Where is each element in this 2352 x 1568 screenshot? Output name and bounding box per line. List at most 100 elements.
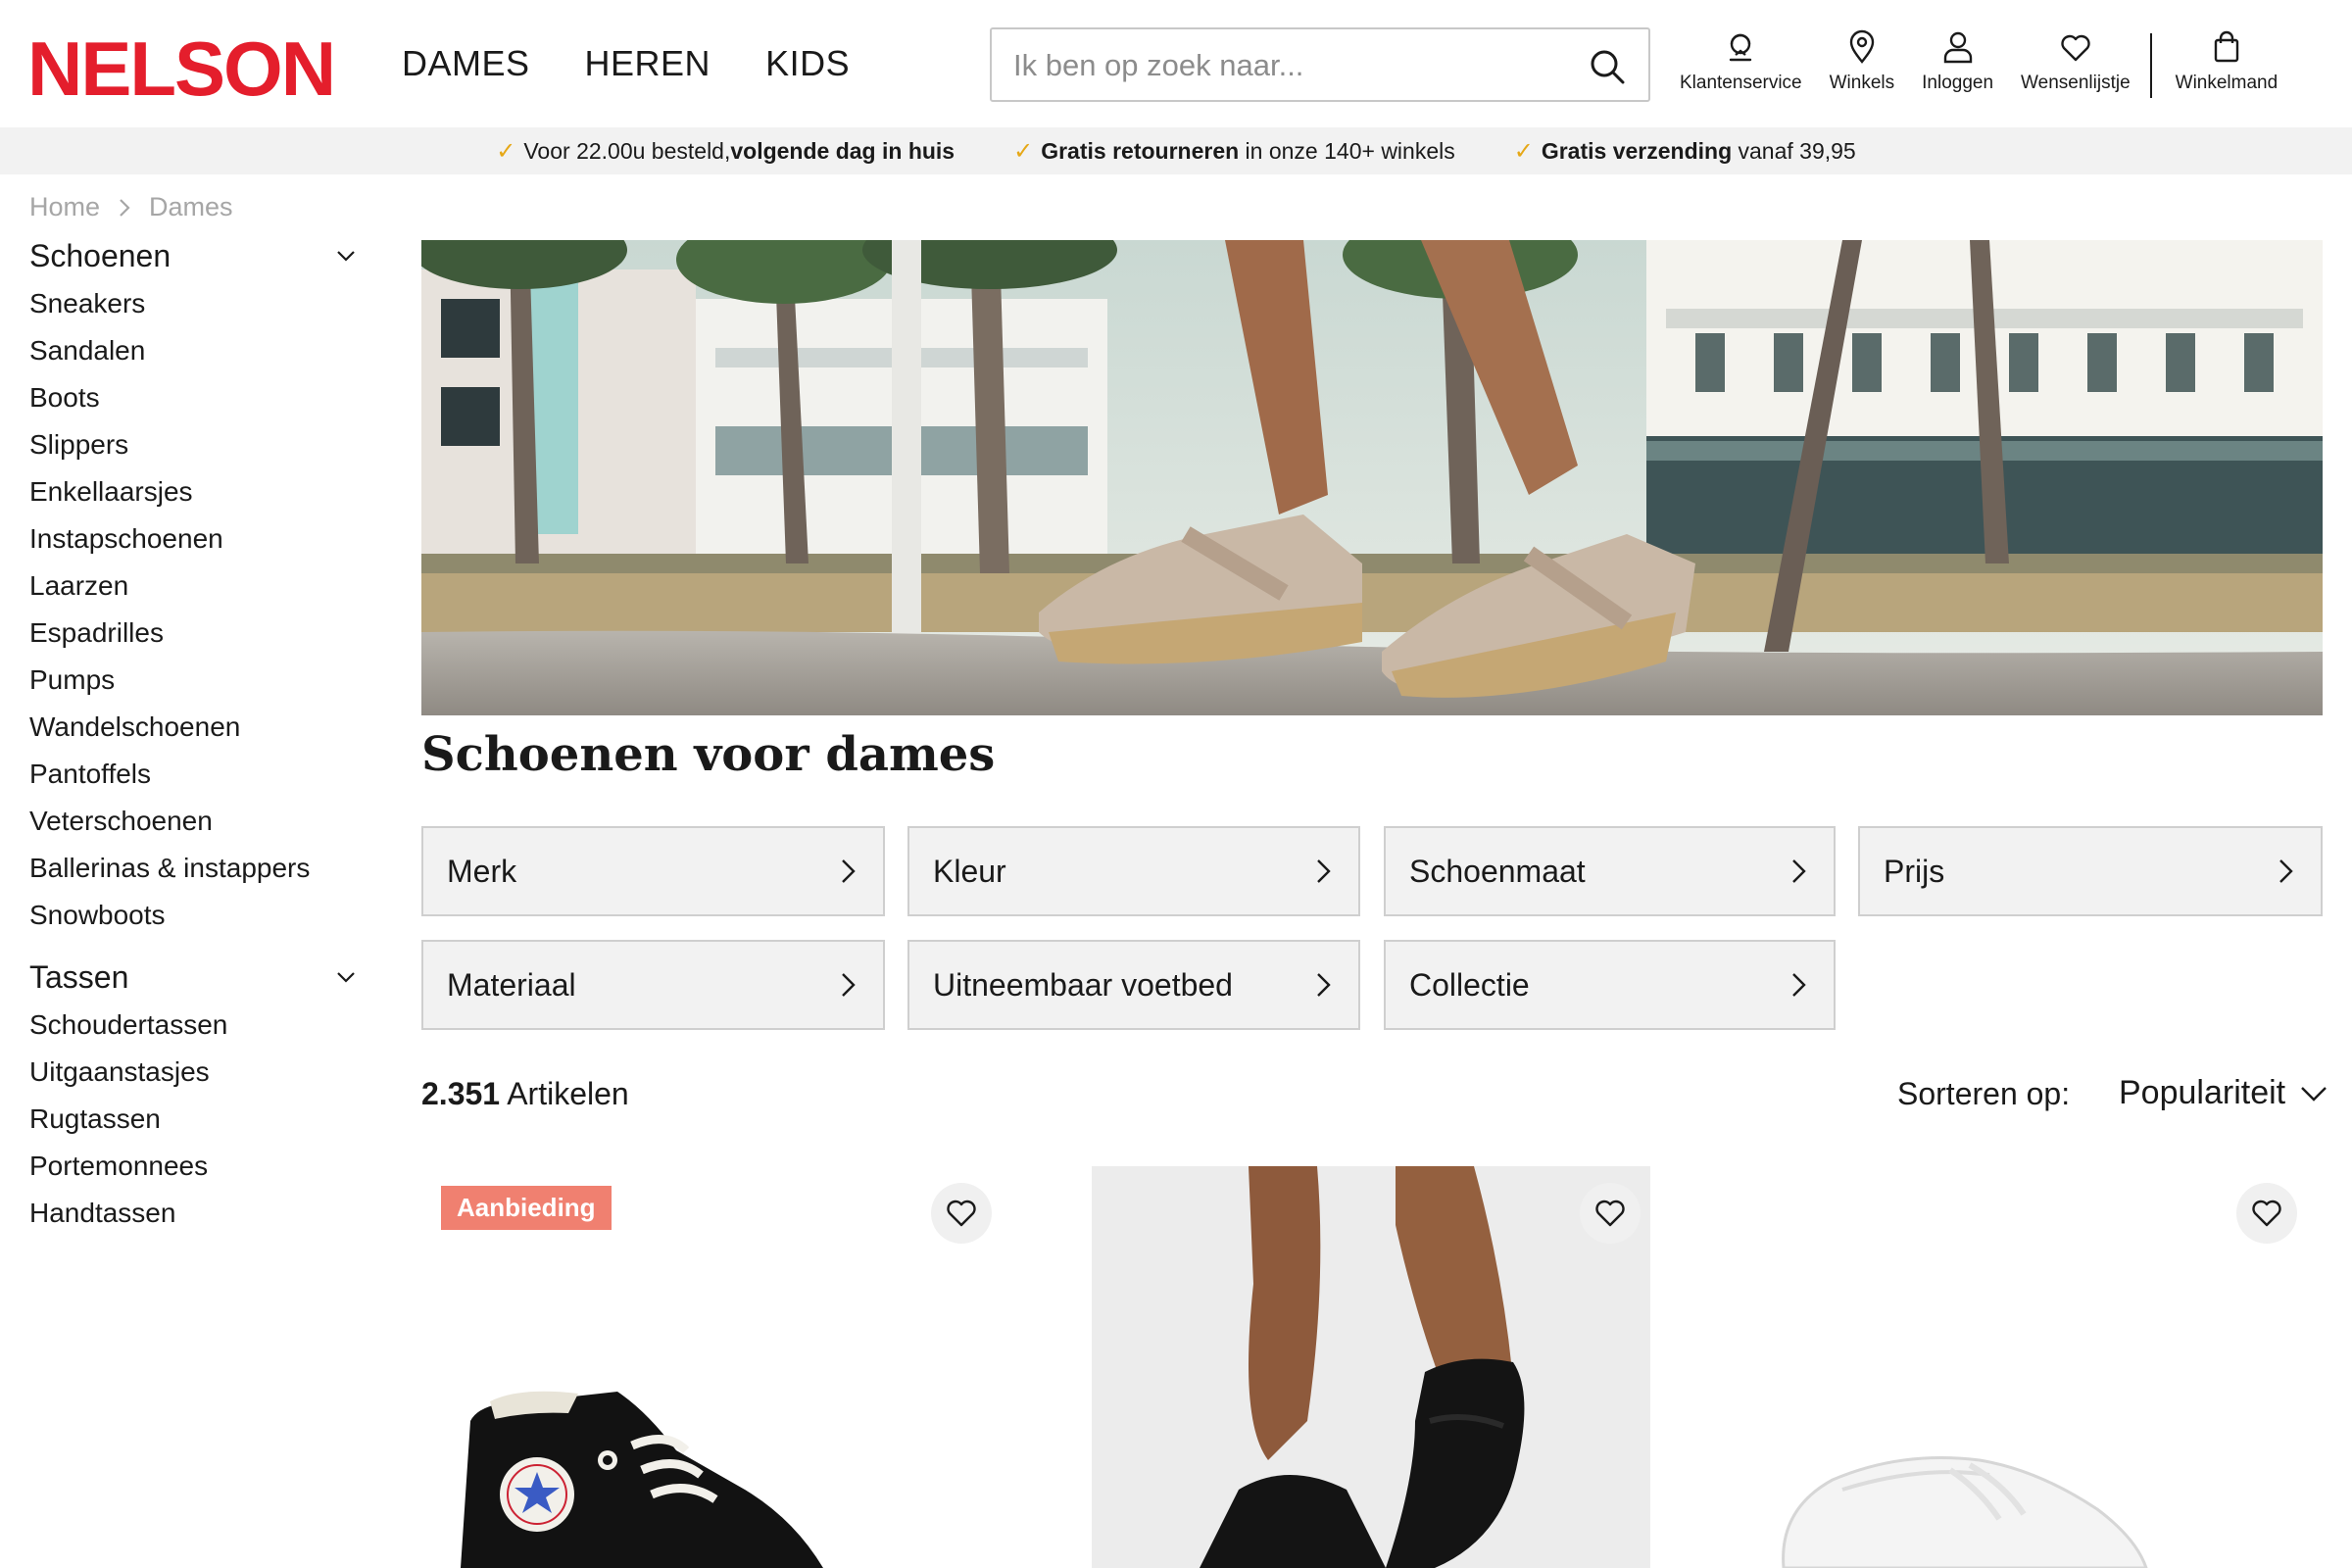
chevron-right-icon [842,859,856,883]
wensenlijstje-link[interactable]: Wensenlijstje [2007,29,2144,102]
location-pin-icon [1849,29,1875,64]
usp-text: vanaf 39,95 [1732,137,1856,164]
site-header: NELSON DAMES HEREN KIDS Klantenservice [0,0,2352,127]
main-nav: DAMES HEREN KIDS [402,43,850,84]
nav-heren[interactable]: HEREN [585,43,711,84]
filter-schoenmaat[interactable]: Schoenmaat [1384,826,1836,916]
breadcrumb-dames[interactable]: Dames [149,192,233,222]
chevron-down-icon [2301,1086,2327,1102]
sidebar-item-enkellaarsjes[interactable]: Enkellaarsjes [29,468,363,515]
nav-kids[interactable]: KIDS [765,43,850,84]
sidebar-item-uitgaanstasjes[interactable]: Uitgaanstasjes [29,1049,363,1096]
result-count-number: 2.351 [421,1076,501,1111]
search-icon[interactable] [1588,47,1627,86]
filter-collectie[interactable]: Collectie [1384,940,1836,1030]
winkels-label: Winkels [1829,73,1895,93]
breadcrumb-home[interactable]: Home [29,192,100,222]
wensenlijstje-label: Wensenlijstje [2021,73,2131,93]
chevron-right-icon [120,198,130,217]
breadcrumb: Home Dames [29,192,233,222]
search-input[interactable] [1013,43,1562,88]
hero-image [421,240,2323,715]
sidebar-item-sneakers[interactable]: Sneakers [29,280,363,327]
hero-banner [421,240,2323,715]
usp-text: Voor 22.00u besteld, [523,137,731,164]
chevron-down-icon [337,251,355,262]
product-tile[interactable]: Aanbieding [421,1166,1000,1568]
nelson-logo[interactable]: NELSON [27,29,336,108]
filter-label: Schoenmaat [1409,853,1586,889]
product-tile[interactable] [1092,1166,1650,1568]
filter-kleur[interactable]: Kleur [907,826,1360,916]
user-nav: Klantenservice Winkels Inloggen Wensenli… [1666,29,2291,102]
klantenservice-link[interactable]: Klantenservice [1666,29,1816,102]
filter-label: Materiaal [447,966,576,1003]
sidebar-item-snowboots[interactable]: Snowboots [29,892,363,939]
winkels-link[interactable]: Winkels [1816,29,1909,102]
sort-select[interactable]: Populariteit [2119,1074,2328,1112]
usp-item: ✓ Gratis verzending vanaf 39,95 [1514,137,1856,165]
chevron-right-icon [1792,973,1806,997]
inloggen-link[interactable]: Inloggen [1908,29,2007,102]
sidebar-item-rugtassen[interactable]: Rugtassen [29,1096,363,1143]
sidebar-item-pantoffels[interactable]: Pantoffels [29,751,363,798]
filter-label: Merk [447,853,517,889]
sidebar-item-slippers[interactable]: Slippers [29,421,363,468]
usp-bold: Gratis retourneren [1041,137,1240,164]
usp-text: in onze 140+ winkels [1239,137,1455,164]
usp-item: ✓ Voor 22.00u besteld, volgende dag in h… [496,137,955,165]
page-title: Schoenen voor dames [421,727,996,782]
wishlist-button[interactable] [931,1183,992,1244]
sidebar-item-veterschoenen[interactable]: Veterschoenen [29,798,363,845]
result-count: 2.351 Artikelen [421,1076,629,1112]
user-icon [1943,31,1972,64]
heart-icon [1595,1200,1625,1227]
filter-label: Uitneembaar voetbed [933,966,1233,1003]
chevron-right-icon [1317,859,1331,883]
sidebar-item-schoudertassen[interactable]: Schoudertassen [29,1002,363,1049]
sidebar-item-instapschoenen[interactable]: Instapschoenen [29,515,363,563]
winkelmand-label: Winkelmand [2175,73,2278,93]
product-tile[interactable] [1725,1166,2323,1568]
filter-uitneembaar-voetbed[interactable]: Uitneembaar voetbed [907,940,1360,1030]
wishlist-button[interactable] [2236,1183,2297,1244]
nav-dames[interactable]: DAMES [402,43,530,84]
checkmark-icon: ✓ [1513,137,1534,165]
wishlist-button[interactable] [1580,1183,1641,1244]
heart-icon [2252,1200,2281,1227]
product-image [1782,1456,2148,1568]
usp-bold: Gratis verzending [1541,137,1733,164]
sidebar-item-wandelschoenen[interactable]: Wandelschoenen [29,704,363,751]
filter-label: Collectie [1409,966,1530,1003]
heart-icon [947,1200,976,1227]
search-box [990,27,1650,102]
chevron-right-icon [1792,859,1806,883]
category-sidebar: Schoenen Sneakers Sandalen Boots Slipper… [29,231,363,1237]
sort-label: Sorteren op: [1897,1076,2071,1111]
product-image [1200,1166,1525,1568]
sidebar-item-ballerinas[interactable]: Ballerinas & instappers [29,845,363,892]
filter-materiaal[interactable]: Materiaal [421,940,885,1030]
category-title: Tassen [29,958,129,995]
filter-merk[interactable]: Merk [421,826,885,916]
sidebar-item-boots[interactable]: Boots [29,374,363,421]
winkelmand-link[interactable]: Winkelmand [2162,29,2292,102]
category-schoenen-toggle[interactable]: Schoenen [29,231,363,280]
klantenservice-label: Klantenservice [1680,73,1802,93]
result-count-label: Artikelen [500,1076,629,1111]
sidebar-item-laarzen[interactable]: Laarzen [29,563,363,610]
sidebar-item-handtassen[interactable]: Handtassen [29,1190,363,1237]
sale-badge: Aanbieding [441,1186,612,1230]
sidebar-item-portemonnees[interactable]: Portemonnees [29,1143,363,1190]
sidebar-item-pumps[interactable]: Pumps [29,657,363,704]
inloggen-label: Inloggen [1922,73,1994,93]
usp-item: ✓ Gratis retourneren in onze 140+ winkel… [1013,137,1455,165]
usp-bar: ✓ Voor 22.00u besteld, volgende dag in h… [0,127,2352,174]
sidebar-item-espadrilles[interactable]: Espadrilles [29,610,363,657]
filter-prijs[interactable]: Prijs [1858,826,2323,916]
shopping-bag-icon [2214,30,2239,63]
sidebar-item-sandalen[interactable]: Sandalen [29,327,363,374]
sort-value: Populariteit [2119,1074,2286,1111]
category-tassen-toggle[interactable]: Tassen [29,953,363,1002]
